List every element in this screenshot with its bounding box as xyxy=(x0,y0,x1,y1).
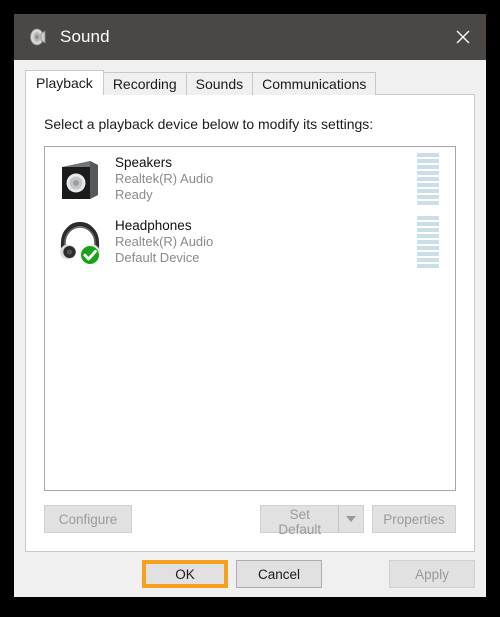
close-icon xyxy=(456,30,470,44)
window-title: Sound xyxy=(60,27,110,46)
tab-playback-label: Playback xyxy=(36,75,93,91)
speaker-icon xyxy=(28,27,48,47)
cancel-button[interactable]: Cancel xyxy=(236,560,322,588)
tab-sounds-label: Sounds xyxy=(195,76,244,92)
configure-button[interactable]: Configure xyxy=(44,505,132,533)
device-action-buttons: Configure Set Default Properties xyxy=(44,505,456,537)
device-driver: Realtek(R) Audio xyxy=(115,171,214,186)
tab-playback[interactable]: Playback xyxy=(25,70,104,95)
playback-device-list[interactable]: Speakers Realtek(R) Audio Ready Headphon… xyxy=(44,146,456,491)
set-default-button[interactable]: Set Default xyxy=(261,506,338,537)
volume-meter-headphones xyxy=(417,215,439,268)
close-button[interactable] xyxy=(440,14,486,60)
ok-button[interactable]: OK xyxy=(142,560,228,588)
green-check-badge xyxy=(80,244,100,265)
device-text-speakers: Speakers Realtek(R) Audio Ready xyxy=(115,154,417,203)
dialog-footer: OK Cancel Apply xyxy=(14,552,486,597)
tab-sounds[interactable]: Sounds xyxy=(185,72,254,95)
sound-dialog-window: Sound Playback Recording Sounds Communic… xyxy=(14,14,486,597)
device-status: Default Device xyxy=(115,250,200,265)
speaker-box-icon xyxy=(56,155,104,203)
tab-strip: Playback Recording Sounds Communications xyxy=(25,70,377,95)
tab-communications-label: Communications xyxy=(262,76,367,92)
playback-tab-panel: Select a playback device below to modify… xyxy=(25,94,475,552)
set-default-split-button[interactable]: Set Default xyxy=(260,505,364,537)
volume-meter-speakers xyxy=(417,152,439,205)
dialog-body: Playback Recording Sounds Communications… xyxy=(14,60,486,597)
device-name: Speakers xyxy=(115,155,173,170)
device-status: Ready xyxy=(115,187,153,202)
device-list-item-headphones[interactable]: Headphones Realtek(R) Audio Default Devi… xyxy=(45,210,455,273)
apply-button[interactable]: Apply xyxy=(389,560,475,588)
properties-button[interactable]: Properties xyxy=(372,505,456,533)
tab-communications[interactable]: Communications xyxy=(252,72,377,95)
headphones-icon xyxy=(56,218,104,266)
device-list-item-speakers[interactable]: Speakers Realtek(R) Audio Ready xyxy=(45,147,455,210)
dropdown-arrow-icon[interactable] xyxy=(338,506,363,532)
tab-recording-label: Recording xyxy=(112,76,177,92)
instruction-text: Select a playback device below to modify… xyxy=(44,116,374,132)
device-text-headphones: Headphones Realtek(R) Audio Default Devi… xyxy=(115,217,417,266)
tab-recording[interactable]: Recording xyxy=(102,72,187,95)
device-driver: Realtek(R) Audio xyxy=(115,234,214,249)
title-bar: Sound xyxy=(14,14,486,60)
device-name: Headphones xyxy=(115,218,192,233)
